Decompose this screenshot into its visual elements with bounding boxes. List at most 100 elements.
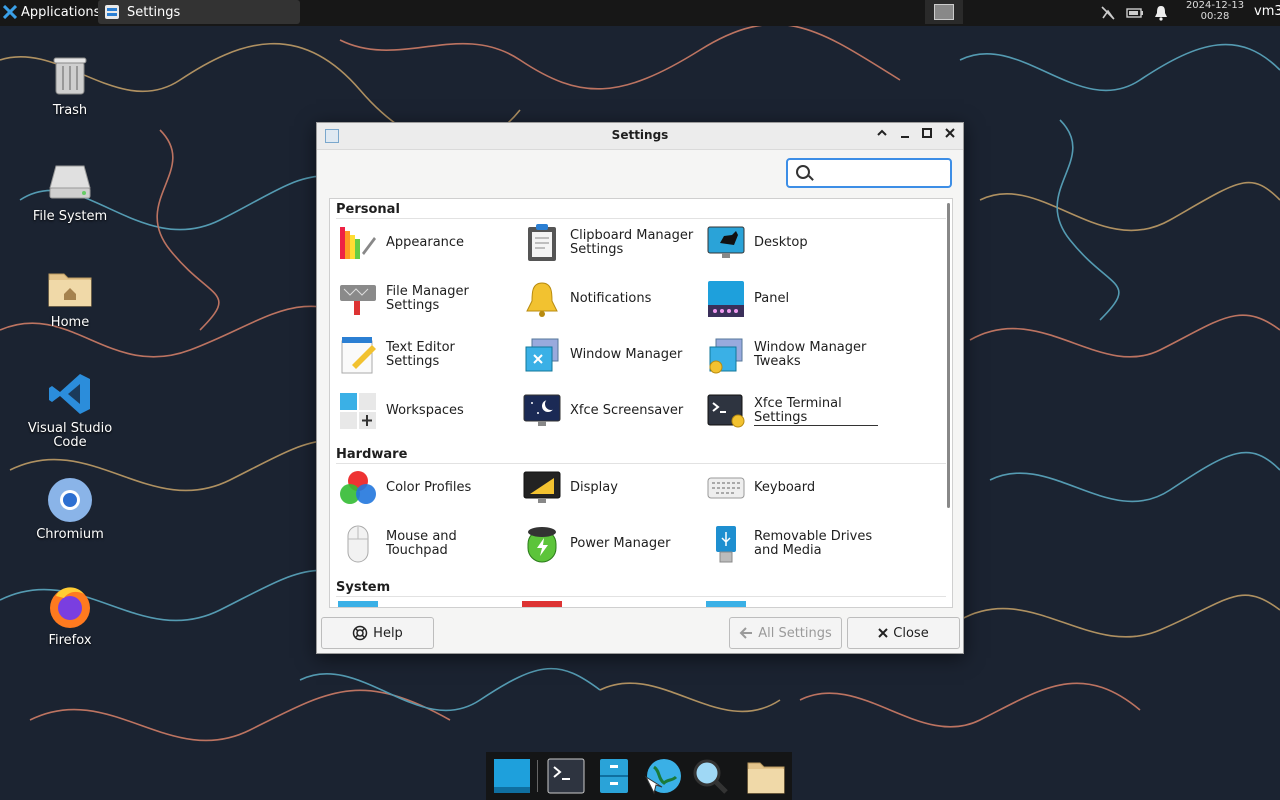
desktop-icon-chromium[interactable]: Chromium <box>20 476 120 542</box>
dock-app-finder[interactable] <box>690 757 730 795</box>
system-tray <box>1100 2 1168 24</box>
category-system: System <box>336 580 946 597</box>
all-settings-button-label: All Settings <box>758 625 832 641</box>
setting-label: Power Manager <box>570 536 671 551</box>
maximize-icon <box>922 128 932 138</box>
window-titlebar[interactable]: Settings <box>317 123 963 150</box>
setting-window-manager-tweaks[interactable]: Window Manager Tweaks <box>698 332 878 378</box>
setting-label: Text Editor Settings <box>386 340 455 369</box>
system-item-partial-icon <box>522 601 562 607</box>
shade-button[interactable] <box>873 127 891 145</box>
applications-menu[interactable]: Applications ⠿ <box>0 0 114 24</box>
terminal-settings-icon <box>706 391 746 431</box>
setting-label: Xfce Terminal Settings <box>754 396 878 426</box>
desktop-icon-vscode[interactable]: Visual Studio Code <box>20 370 120 450</box>
setting-window-manager[interactable]: Window Manager <box>514 332 694 378</box>
network-disconnected-icon[interactable] <box>1100 5 1116 21</box>
setting-display[interactable]: Display <box>514 465 694 511</box>
search-icon <box>796 165 810 179</box>
setting-color-profiles[interactable]: Color Profiles <box>330 465 510 511</box>
maximize-button[interactable] <box>918 127 936 145</box>
user-menu[interactable]: vm3 <box>1254 4 1280 19</box>
minimize-icon <box>901 136 909 138</box>
desktop-icon-trash[interactable]: Trash <box>20 52 120 118</box>
text-editor-icon <box>338 335 378 375</box>
clock-time: 00:28 <box>1200 11 1230 22</box>
setting-label: File Manager Settings <box>386 284 469 313</box>
setting-terminal[interactable]: Xfce Terminal Settings <box>698 388 878 434</box>
settings-list: Personal Appearance Clipboard Manager Se… <box>329 198 953 608</box>
desktop-icon-label: Chromium <box>36 527 104 542</box>
desktop-icon-home[interactable]: Home <box>20 264 120 330</box>
setting-file-manager[interactable]: File Manager Settings <box>330 276 510 322</box>
desktop-monitor-icon <box>706 223 746 263</box>
workspace-1[interactable] <box>934 4 954 20</box>
setting-mouse-touchpad[interactable]: Mouse and Touchpad <box>330 521 510 567</box>
setting-label: Appearance <box>386 235 465 250</box>
desktop-icon-label: Visual Studio Code <box>27 421 113 450</box>
desktop-icon-firefox[interactable]: Firefox <box>20 582 120 648</box>
setting-keyboard[interactable]: Keyboard <box>698 465 878 511</box>
bottom-dock <box>486 752 792 800</box>
setting-label: Window Manager <box>570 347 683 362</box>
close-button[interactable]: Close <box>847 617 960 649</box>
setting-desktop[interactable]: Desktop <box>698 220 878 266</box>
clock[interactable]: 2024-12-13 00:28 <box>1184 0 1246 22</box>
setting-screensaver[interactable]: Xfce Screensaver <box>514 388 694 434</box>
vscode-icon <box>46 370 94 418</box>
minimize-button[interactable] <box>896 127 914 145</box>
setting-power-manager[interactable]: Power Manager <box>514 521 694 567</box>
applications-menu-label: Applications <box>21 4 101 20</box>
dock-show-desktop[interactable] <box>492 757 532 795</box>
battery-icon[interactable] <box>1126 6 1144 20</box>
dock-web-browser[interactable] <box>642 757 682 795</box>
setting-notifications[interactable]: Notifications <box>514 276 694 322</box>
close-window-button[interactable] <box>941 127 959 145</box>
taskbar-item-settings[interactable]: Settings <box>98 0 300 24</box>
window-title: Settings <box>611 128 669 142</box>
help-lifebuoy-icon <box>352 625 368 641</box>
setting-label: Desktop <box>754 235 808 250</box>
notification-bell-icon[interactable] <box>1154 5 1168 21</box>
setting-removable-drives[interactable]: Removable Drives and Media <box>698 521 878 567</box>
chevron-up-icon <box>877 129 887 136</box>
all-settings-button[interactable]: All Settings <box>729 617 842 649</box>
setting-clipboard-manager[interactable]: Clipboard Manager Settings <box>514 220 694 266</box>
setting-text-editor[interactable]: Text Editor Settings <box>330 332 510 378</box>
setting-label: Keyboard <box>754 480 816 495</box>
search-input[interactable] <box>818 162 948 186</box>
dock-file-manager[interactable] <box>594 757 634 795</box>
category-personal: Personal <box>336 202 946 219</box>
window-manager-tweaks-icon <box>706 335 746 375</box>
setting-workspaces[interactable]: Workspaces <box>330 388 510 434</box>
workspace-switcher[interactable] <box>925 0 963 24</box>
search-field[interactable] <box>786 158 952 188</box>
dock-terminal[interactable] <box>546 757 586 795</box>
show-desktop-icon <box>494 759 530 793</box>
setting-label: Mouse and Touchpad <box>386 529 457 558</box>
desktop-icon-file-system[interactable]: File System <box>20 158 120 224</box>
window-manager-icon <box>522 335 562 375</box>
setting-appearance[interactable]: Appearance <box>330 220 510 266</box>
workspaces-icon <box>338 391 378 431</box>
setting-label: Xfce Screensaver <box>570 403 684 418</box>
help-button[interactable]: Help <box>321 617 434 649</box>
close-button-label: Close <box>893 625 929 641</box>
appearance-icon <box>338 223 378 263</box>
vertical-scrollbar[interactable] <box>947 203 950 508</box>
file-manager-settings-icon <box>338 279 378 319</box>
screensaver-icon <box>522 391 562 431</box>
globe-icon <box>644 759 681 795</box>
setting-label: Removable Drives and Media <box>754 529 873 558</box>
desktop-icon-label: Trash <box>52 103 88 118</box>
system-item-partial-icon <box>338 601 378 607</box>
desktop-icon-label: Firefox <box>48 633 92 648</box>
folder-icon <box>747 762 785 794</box>
clipboard-icon <box>522 223 562 263</box>
setting-label: Workspaces <box>386 403 464 418</box>
setting-panel[interactable]: Panel <box>698 276 878 322</box>
keyboard-icon <box>706 468 746 508</box>
setting-label: Window Manager Tweaks <box>754 340 867 369</box>
top-panel: Applications ⠿ Settings 2024-12-13 00:28… <box>0 0 1280 26</box>
dock-home-folder[interactable] <box>746 757 786 795</box>
